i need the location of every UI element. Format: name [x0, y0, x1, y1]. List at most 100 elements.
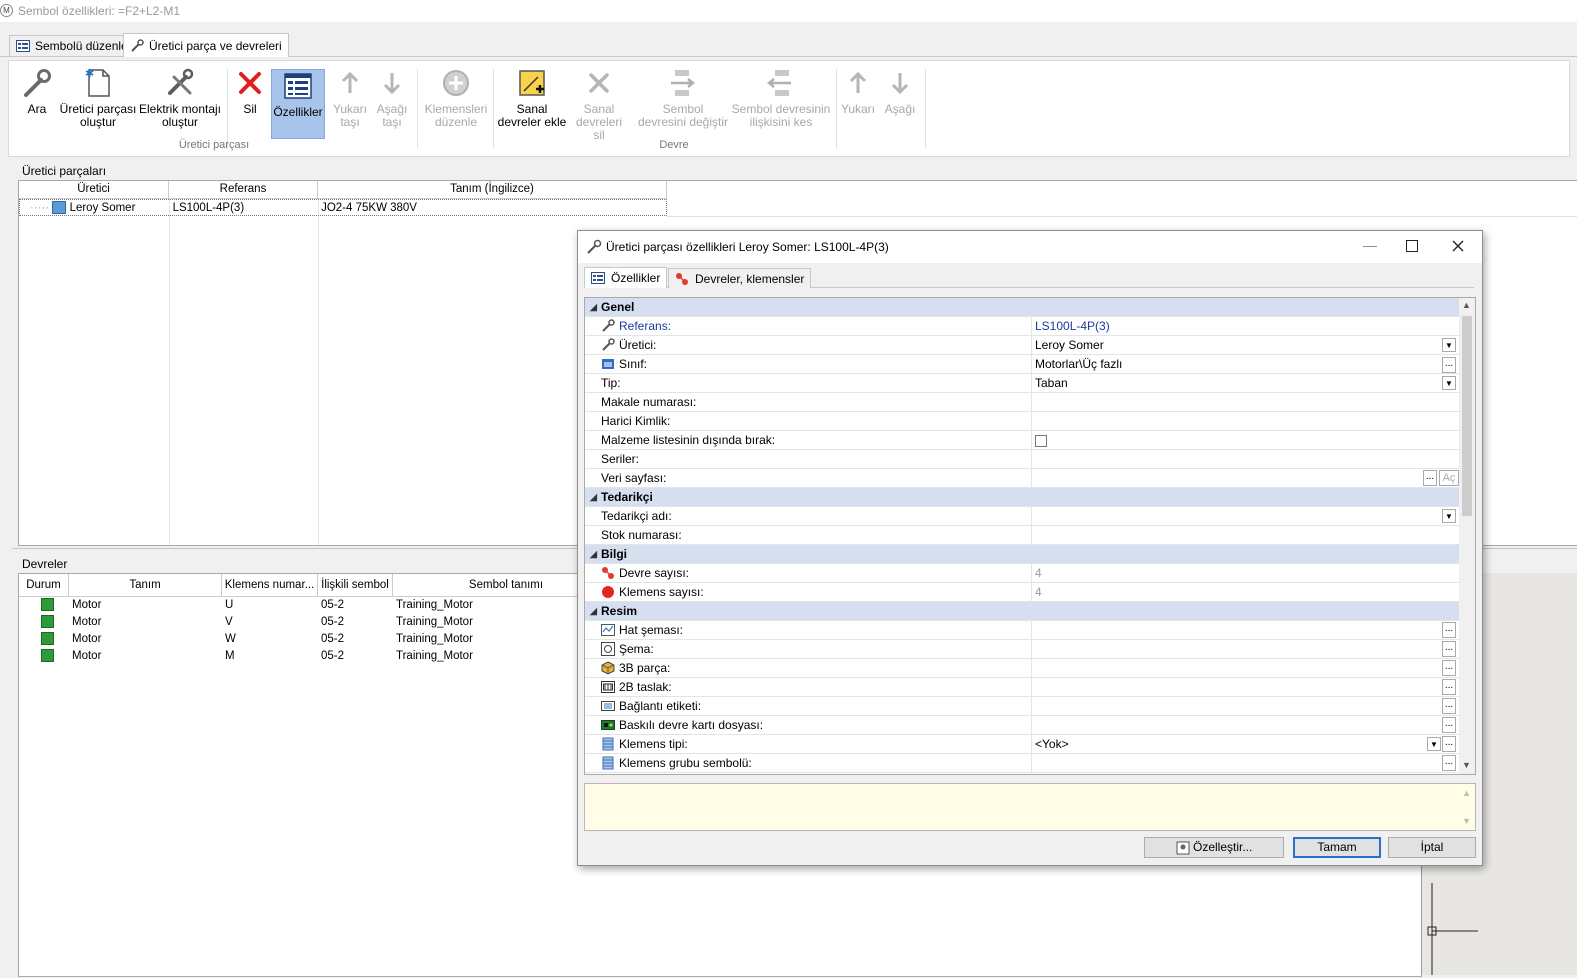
- parca3b-browse-button[interactable]: ...: [1442, 660, 1456, 676]
- description-box: ▲ ▼: [584, 783, 1476, 831]
- tab-label: Özellikler: [611, 271, 661, 285]
- asagi-button[interactable]: Aşağı: [881, 67, 919, 116]
- sanal-ekle-label: Sanal devreler ekle: [497, 102, 567, 129]
- veri-ac-button[interactable]: Aç: [1439, 470, 1459, 486]
- window-title: Sembol özellikleri: =F2+L2-M1: [18, 4, 181, 18]
- tab-uretici-parca[interactable]: Üretici parça ve devreleri: [123, 33, 289, 57]
- yukari-tasi-button[interactable]: Yukarı taşı: [331, 67, 369, 129]
- prop-hat-semasi[interactable]: Hat şeması: ...: [585, 621, 1459, 640]
- uretici-olustur-label: Üretici parçası oluştur: [59, 102, 137, 129]
- prop-tedarikci-adi[interactable]: Tedarikçi adı: ▼: [585, 507, 1459, 526]
- prop-sinif[interactable]: Sınıf: Motorlar\Üç fazlı ...: [585, 355, 1459, 374]
- prop-devre-sayisi[interactable]: Devre sayısı: 4: [585, 564, 1459, 583]
- sembol-devresini-degistir-button[interactable]: Sembol devresini değiştir: [637, 67, 729, 129]
- schematic-icon: [601, 642, 615, 656]
- sema-browse-button[interactable]: ...: [1442, 641, 1456, 657]
- uretici-parcasi-olustur-button[interactable]: ✱ Üretici parçası oluştur: [59, 67, 137, 129]
- cell-klemens: W: [225, 633, 236, 645]
- sinif-browse-button[interactable]: ...: [1442, 357, 1456, 373]
- close-icon[interactable]: [1452, 240, 1464, 252]
- table-row[interactable]: Motor U 05-2 Training_Motor: [19, 597, 573, 614]
- scroll-down-icon[interactable]: ▼: [1462, 760, 1471, 770]
- cell-iliskili: 05-2: [321, 616, 345, 628]
- category-bilgi[interactable]: ◢ Bilgi: [585, 545, 1459, 564]
- col-header-klemens[interactable]: Klemens numar...: [222, 574, 318, 596]
- asagi-tasi-label: Aşağı taşı: [376, 102, 408, 129]
- sembol-devresinin-iliskisini-kes-button[interactable]: Sembol devresinin ilişkisini kes: [731, 67, 831, 129]
- taslak2b-browse-button[interactable]: ...: [1442, 679, 1456, 695]
- malzeme-checkbox[interactable]: [1035, 435, 1047, 447]
- baglanti-browse-button[interactable]: ...: [1442, 698, 1456, 714]
- prop-veri-sayfasi[interactable]: Veri sayfası: ... Aç: [585, 469, 1459, 488]
- veri-browse-button[interactable]: ...: [1423, 470, 1437, 486]
- hat-browse-button[interactable]: ...: [1442, 622, 1456, 638]
- table-row[interactable]: Motor W 05-2 Training_Motor: [19, 631, 573, 648]
- prop-sema[interactable]: Şema: ...: [585, 640, 1459, 659]
- sanal-devreleri-sil-button[interactable]: Sanal devreleri sil: [569, 67, 629, 142]
- ara-button[interactable]: Ara: [19, 67, 55, 116]
- prop-tip[interactable]: Tip: Taban ▼: [585, 374, 1459, 393]
- 3d-part-icon: [601, 661, 615, 675]
- tab-ozellikler[interactable]: Özellikler: [584, 267, 668, 288]
- prop-klemens-sayisi[interactable]: Klemens sayısı: 4: [585, 583, 1459, 602]
- klemens-grubu-browse-button[interactable]: ...: [1442, 755, 1456, 771]
- col-header-durum[interactable]: Durum: [19, 574, 69, 596]
- table-row[interactable]: Motor M 05-2 Training_Motor: [19, 648, 573, 665]
- main-tabs: Sembolü düzenle Üretici parça ve devrele…: [0, 33, 1577, 57]
- elektrik-montaji-olustur-button[interactable]: Elektrik montajı oluştur: [138, 67, 222, 129]
- col-header-tanim[interactable]: Tanım: [69, 574, 222, 596]
- category-resim[interactable]: ◢ Resim: [585, 602, 1459, 621]
- klemensleri-duzenle-button[interactable]: Klemensleri düzenle: [423, 67, 489, 129]
- col-header-iliskili[interactable]: İlişkili sembol: [318, 574, 393, 596]
- category-genel[interactable]: ◢ Genel: [585, 298, 1459, 317]
- prop-harici-kimlik[interactable]: Harici Kimlik:: [585, 412, 1459, 431]
- prop-klemens-tipi[interactable]: Klemens tipi: <Yok> ▼ ...: [585, 735, 1459, 754]
- table-row[interactable]: ····· Leroy Somer LS100L-4P(3) JO2-4 75K…: [19, 199, 667, 216]
- prop-baglanti-etiketi[interactable]: Bağlantı etiketi: ...: [585, 697, 1459, 716]
- tab-sembol-duzenle[interactable]: Sembolü düzenle: [9, 35, 135, 56]
- prop-2b-taslak[interactable]: 2B taslak: ...: [585, 678, 1459, 697]
- properties-dialog: Üretici parçası özellikleri Leroy Somer:…: [577, 230, 1483, 866]
- yukari-tasi-label: Yukarı taşı: [332, 102, 368, 129]
- klemens-tipi-dropdown-button[interactable]: ▼: [1427, 737, 1441, 751]
- sil-button[interactable]: Sil: [232, 67, 268, 116]
- prop-referans[interactable]: Referans: LS100L-4P(3): [585, 317, 1459, 336]
- sanal-devreler-ekle-button[interactable]: Sanal devreler ekle: [497, 67, 567, 129]
- maximize-icon[interactable]: [1406, 240, 1418, 252]
- tip-dropdown-button[interactable]: ▼: [1442, 376, 1456, 390]
- yukari-button[interactable]: Yukarı: [839, 67, 877, 116]
- uretici-dropdown-button[interactable]: ▼: [1442, 338, 1456, 352]
- cell-tanim: Motor: [72, 650, 102, 662]
- category-tedarikci[interactable]: ◢ Tedarikçi: [585, 488, 1459, 507]
- prop-seriler[interactable]: Seriler:: [585, 450, 1459, 469]
- col-header-tanim[interactable]: Tanım (İngilizce): [318, 181, 667, 198]
- property-grid-scrollbar[interactable]: ▲ ▼: [1459, 298, 1475, 774]
- prop-malzeme-listesi[interactable]: Malzeme listesinin dışında bırak:: [585, 431, 1459, 450]
- asagi-tasi-button[interactable]: Aşağı taşı: [373, 67, 411, 129]
- prop-makale[interactable]: Makale numarası:: [585, 393, 1459, 412]
- col-header-referans[interactable]: Referans: [169, 181, 318, 198]
- prop-baskili-devre-karti[interactable]: Baskılı devre kartı dosyası: ...: [585, 716, 1459, 735]
- window-titlebar: M Sembol özellikleri: =F2+L2-M1: [0, 0, 1577, 22]
- wrench-icon: [602, 338, 615, 351]
- asagi-label: Aşağı: [884, 102, 916, 116]
- cell-tanim: Motor: [72, 599, 102, 611]
- col-header-uretici[interactable]: Üretici: [19, 181, 169, 198]
- cell-uretici: Leroy Somer: [69, 202, 136, 214]
- prop-uretici[interactable]: Üretici: Leroy Somer ▼: [585, 336, 1459, 355]
- table-row[interactable]: Motor V 05-2 Training_Motor: [19, 614, 573, 631]
- baskili-browse-button[interactable]: ...: [1442, 717, 1456, 733]
- iptal-button[interactable]: İptal: [1388, 837, 1476, 858]
- scroll-up-icon[interactable]: ▲: [1462, 300, 1471, 310]
- klemens-tipi-browse-button[interactable]: ...: [1442, 736, 1456, 752]
- ozellestir-button[interactable]: Özelleştir...: [1144, 837, 1284, 858]
- prop-klemens-grubu[interactable]: Klemens grubu sembolü: ...: [585, 754, 1459, 773]
- prop-stok-numarasi[interactable]: Stok numarası:: [585, 526, 1459, 545]
- prop-3b-parca[interactable]: 3B parça: ...: [585, 659, 1459, 678]
- tab-devreler-klemensler[interactable]: Devreler, klemensler: [668, 268, 812, 288]
- ozellikler-button[interactable]: Özellikler: [271, 69, 325, 139]
- minimize-icon[interactable]: —: [1360, 237, 1380, 257]
- tamam-button[interactable]: Tamam: [1293, 837, 1381, 858]
- scroll-thumb[interactable]: [1462, 316, 1472, 516]
- tedarikci-dropdown-button[interactable]: ▼: [1442, 509, 1456, 523]
